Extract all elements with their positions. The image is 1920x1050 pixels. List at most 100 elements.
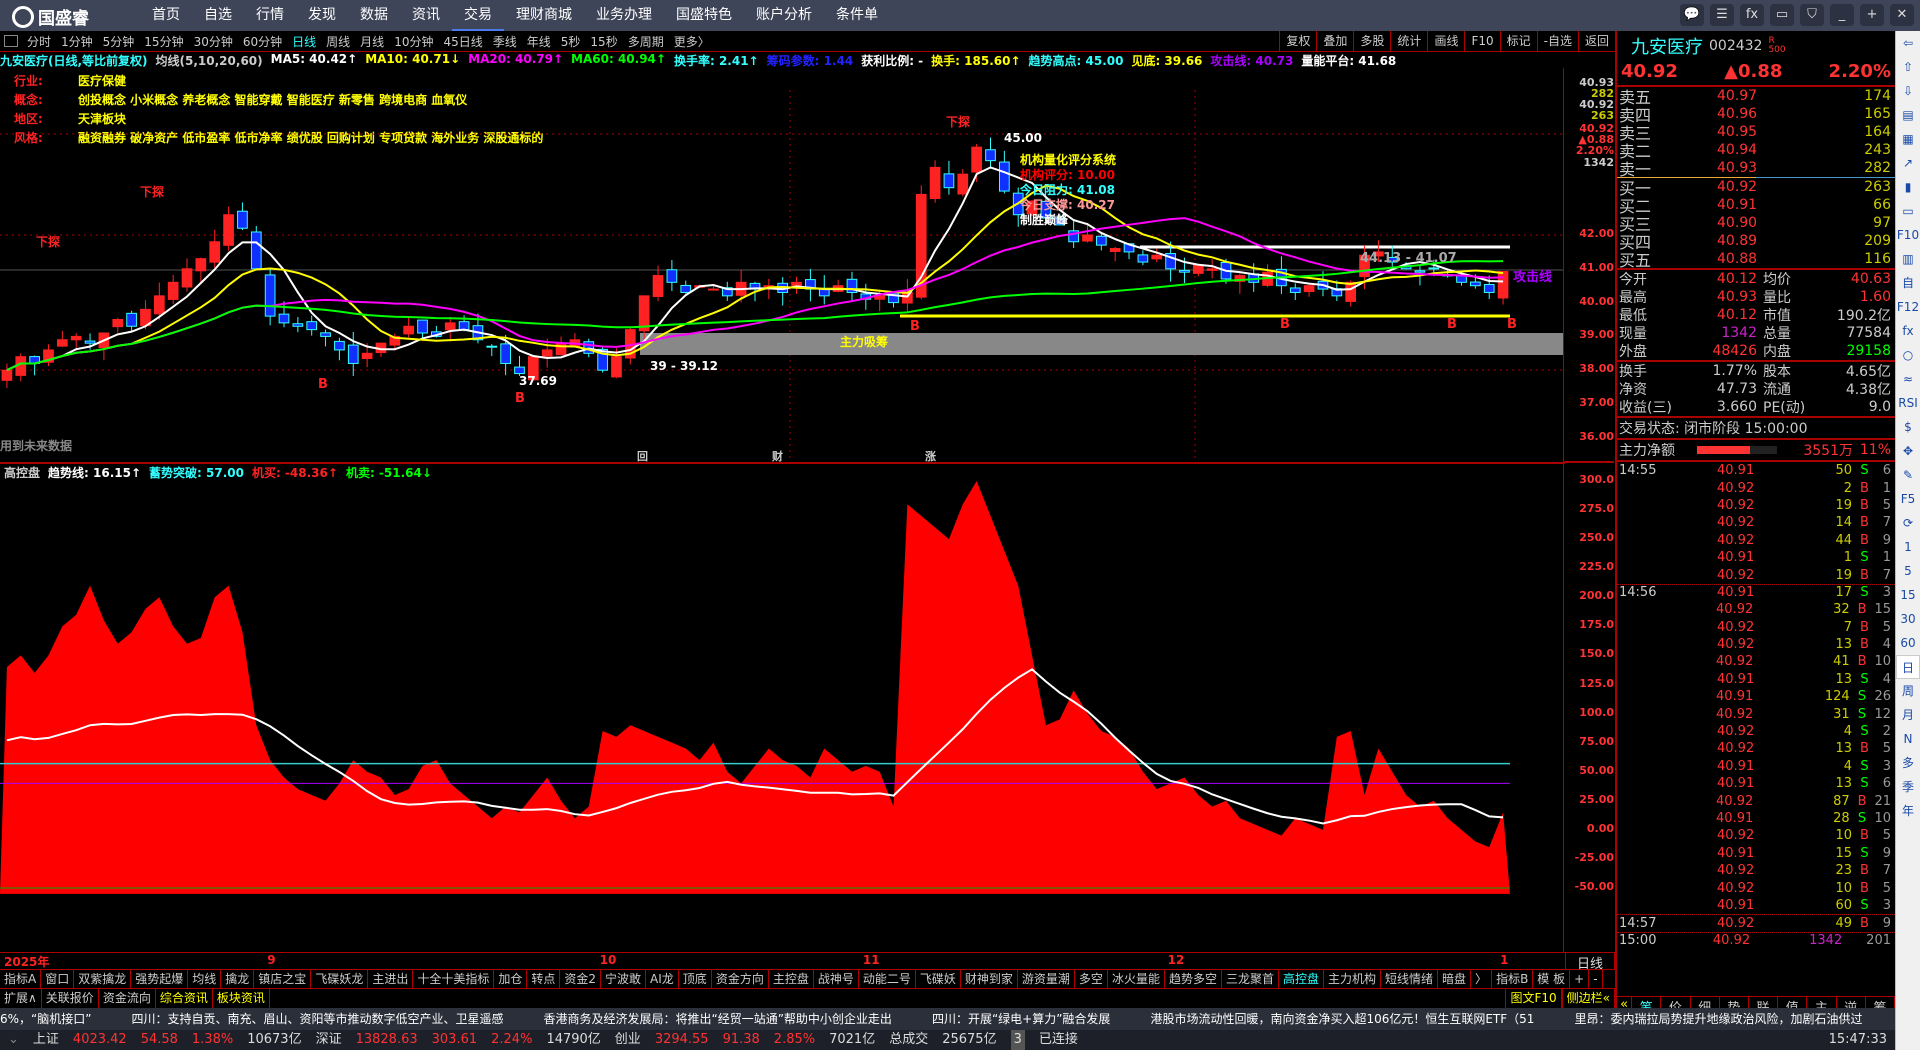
expand-icon[interactable]: ⌄ — [8, 1030, 19, 1050]
index-sz-0[interactable]: 深证 — [316, 1030, 342, 1050]
indicator-tab[interactable]: 顶底 — [679, 970, 712, 988]
indicator-tab[interactable]: 主进出 — [368, 970, 414, 988]
side-toggle-button[interactable]: 图文F10 — [1505, 989, 1562, 1008]
indicator-tab[interactable]: 多空 — [1075, 970, 1108, 988]
indicator-tab[interactable]: 强势起爆 — [131, 970, 189, 988]
sidebar-button[interactable]: ↗ — [1896, 151, 1920, 175]
candle[interactable] — [1497, 271, 1509, 299]
candle[interactable] — [181, 268, 193, 288]
candle[interactable] — [611, 356, 622, 378]
candle[interactable] — [652, 275, 664, 297]
indicator-tab[interactable]: 模 板 — [1533, 970, 1571, 988]
candle[interactable] — [1206, 268, 1218, 271]
index-sh-0[interactable]: 上证 — [33, 1030, 59, 1050]
sidebar-button[interactable]: RSI — [1896, 391, 1920, 415]
sidebar-button[interactable]: 年 — [1896, 799, 1920, 823]
indicator-tab[interactable]: 动能二号 — [859, 970, 916, 988]
candle[interactable] — [112, 319, 124, 328]
extension-tab[interactable]: 综合资讯 — [156, 989, 213, 1008]
candle[interactable] — [971, 146, 982, 173]
candle[interactable] — [153, 295, 165, 315]
extension-tab[interactable]: 关联报价 — [42, 989, 99, 1008]
sidebar-button[interactable]: 自 — [1896, 271, 1920, 295]
candle[interactable] — [1192, 264, 1204, 274]
sidebar-button[interactable]: fx — [1896, 319, 1920, 343]
sidebar-button[interactable]: ○ — [1896, 343, 1920, 367]
candle[interactable] — [209, 241, 221, 263]
candle[interactable] — [347, 344, 359, 364]
sidebar-button[interactable]: F10 — [1896, 223, 1920, 247]
candle[interactable] — [1082, 234, 1093, 242]
candle[interactable] — [1109, 248, 1121, 252]
sidebar-button[interactable]: ⇩ — [1896, 79, 1920, 103]
candle[interactable] — [84, 340, 96, 344]
indicator-tab[interactable]: 趋势多空 — [1165, 970, 1222, 988]
candle[interactable] — [1151, 254, 1163, 260]
sidebar-button[interactable]: 日 — [1896, 655, 1920, 679]
sidebar-button[interactable]: ▤ — [1896, 103, 1920, 127]
indicator-tab[interactable]: + — [1570, 970, 1590, 988]
candle[interactable] — [1470, 281, 1481, 287]
candle[interactable] — [1345, 281, 1357, 302]
sidebar-button[interactable]: ✎ — [1896, 463, 1920, 487]
candle[interactable] — [126, 312, 137, 327]
candle[interactable] — [1414, 270, 1426, 273]
indicator-tab[interactable]: 高控盘 — [1279, 970, 1324, 988]
candle[interactable] — [1179, 269, 1190, 273]
indicator-tab[interactable]: 飞碟妖龙 — [311, 970, 369, 988]
candle[interactable] — [943, 173, 955, 189]
candle[interactable] — [1428, 267, 1440, 270]
news-item[interactable]: 港股市场流动性回暖，南向资金净买入超106亿元！恒生互联网ETF（51 — [1150, 1008, 1534, 1030]
indicator-tab[interactable]: 短线情绪 — [1381, 970, 1439, 988]
restore-icon[interactable]: + — [1860, 4, 1884, 26]
candle[interactable] — [320, 332, 331, 337]
sidebar-button[interactable]: ▭ — [1896, 199, 1920, 223]
news-item[interactable]: 四川：开展“绿电+算力”融合发展 — [932, 1008, 1111, 1030]
candle[interactable] — [417, 319, 428, 334]
sidebar-button[interactable]: ⇧ — [1896, 55, 1920, 79]
indicator-tab[interactable]: 三龙聚首 — [1222, 970, 1279, 988]
indicator-tab[interactable]: 指标B — [1492, 970, 1534, 988]
indicator-tab[interactable]: 双紫擒龙 — [74, 970, 132, 988]
period-label[interactable]: 日线 — [1565, 952, 1615, 972]
candle[interactable] — [237, 210, 248, 229]
sidebar-button[interactable]: F5 — [1896, 487, 1920, 511]
candle[interactable] — [361, 352, 373, 360]
news-item[interactable]: 四川：支持自贡、南充、眉山、资阳等市推动数字低空产业、卫星遥感 — [131, 1008, 503, 1030]
index-cy-0[interactable]: 创业 — [615, 1030, 641, 1050]
indicator-tab[interactable]: 擒龙 — [221, 970, 255, 988]
candle[interactable] — [555, 342, 567, 356]
news-item[interactable]: 6%，“脑机接口” — [0, 1008, 91, 1030]
monitor-icon[interactable]: ▭ — [1770, 4, 1794, 26]
candle[interactable] — [1, 369, 13, 381]
indicator-tab[interactable]: 主力机构 — [1324, 970, 1382, 988]
indicator-tab[interactable]: 资金方向 — [712, 970, 769, 988]
indicator-tab[interactable]: 均线 — [188, 970, 222, 988]
sidebar-button[interactable]: ≈ — [1896, 367, 1920, 391]
sidebar-button[interactable]: ▥ — [1896, 247, 1920, 271]
candle[interactable] — [708, 288, 719, 291]
candle[interactable] — [56, 339, 68, 347]
candle[interactable] — [292, 323, 304, 327]
news-item[interactable]: 香港商务及经济发展局：将推出“经贸一站通”帮助中小创企业走出 — [544, 1008, 892, 1030]
sidebar-button[interactable]: F12 — [1896, 295, 1920, 319]
candle[interactable] — [902, 291, 913, 304]
indicator-tab[interactable]: 窗口 — [41, 970, 75, 988]
indicator-tab[interactable]: 加仓 — [494, 970, 528, 988]
candle[interactable] — [1137, 254, 1149, 263]
candle[interactable] — [334, 340, 345, 351]
indicator-tab[interactable]: 暗盘 — [1438, 970, 1472, 988]
settings-icon[interactable]: ☰ — [1710, 4, 1734, 26]
indicator-tab[interactable]: 指标A — [0, 970, 42, 988]
indicator-tab[interactable]: 飞碟妖 — [916, 970, 961, 988]
candle[interactable] — [278, 313, 290, 324]
sidebar-button[interactable]: ▦ — [1896, 127, 1920, 151]
news-item[interactable]: 里昂：委内瑞拉局势提升地缘政治风险，加剧石油供过 — [1574, 1008, 1862, 1030]
indicator-tab[interactable]: 主控盘 — [769, 970, 814, 988]
candle[interactable] — [985, 149, 996, 162]
indicator-tab[interactable]: 财神到家 — [961, 970, 1018, 988]
candle[interactable] — [458, 321, 470, 331]
candle[interactable] — [223, 214, 234, 246]
sidebar-button[interactable]: ⇦ — [1896, 31, 1920, 55]
indicator-tab[interactable]: 冰火量能 — [1108, 970, 1165, 988]
